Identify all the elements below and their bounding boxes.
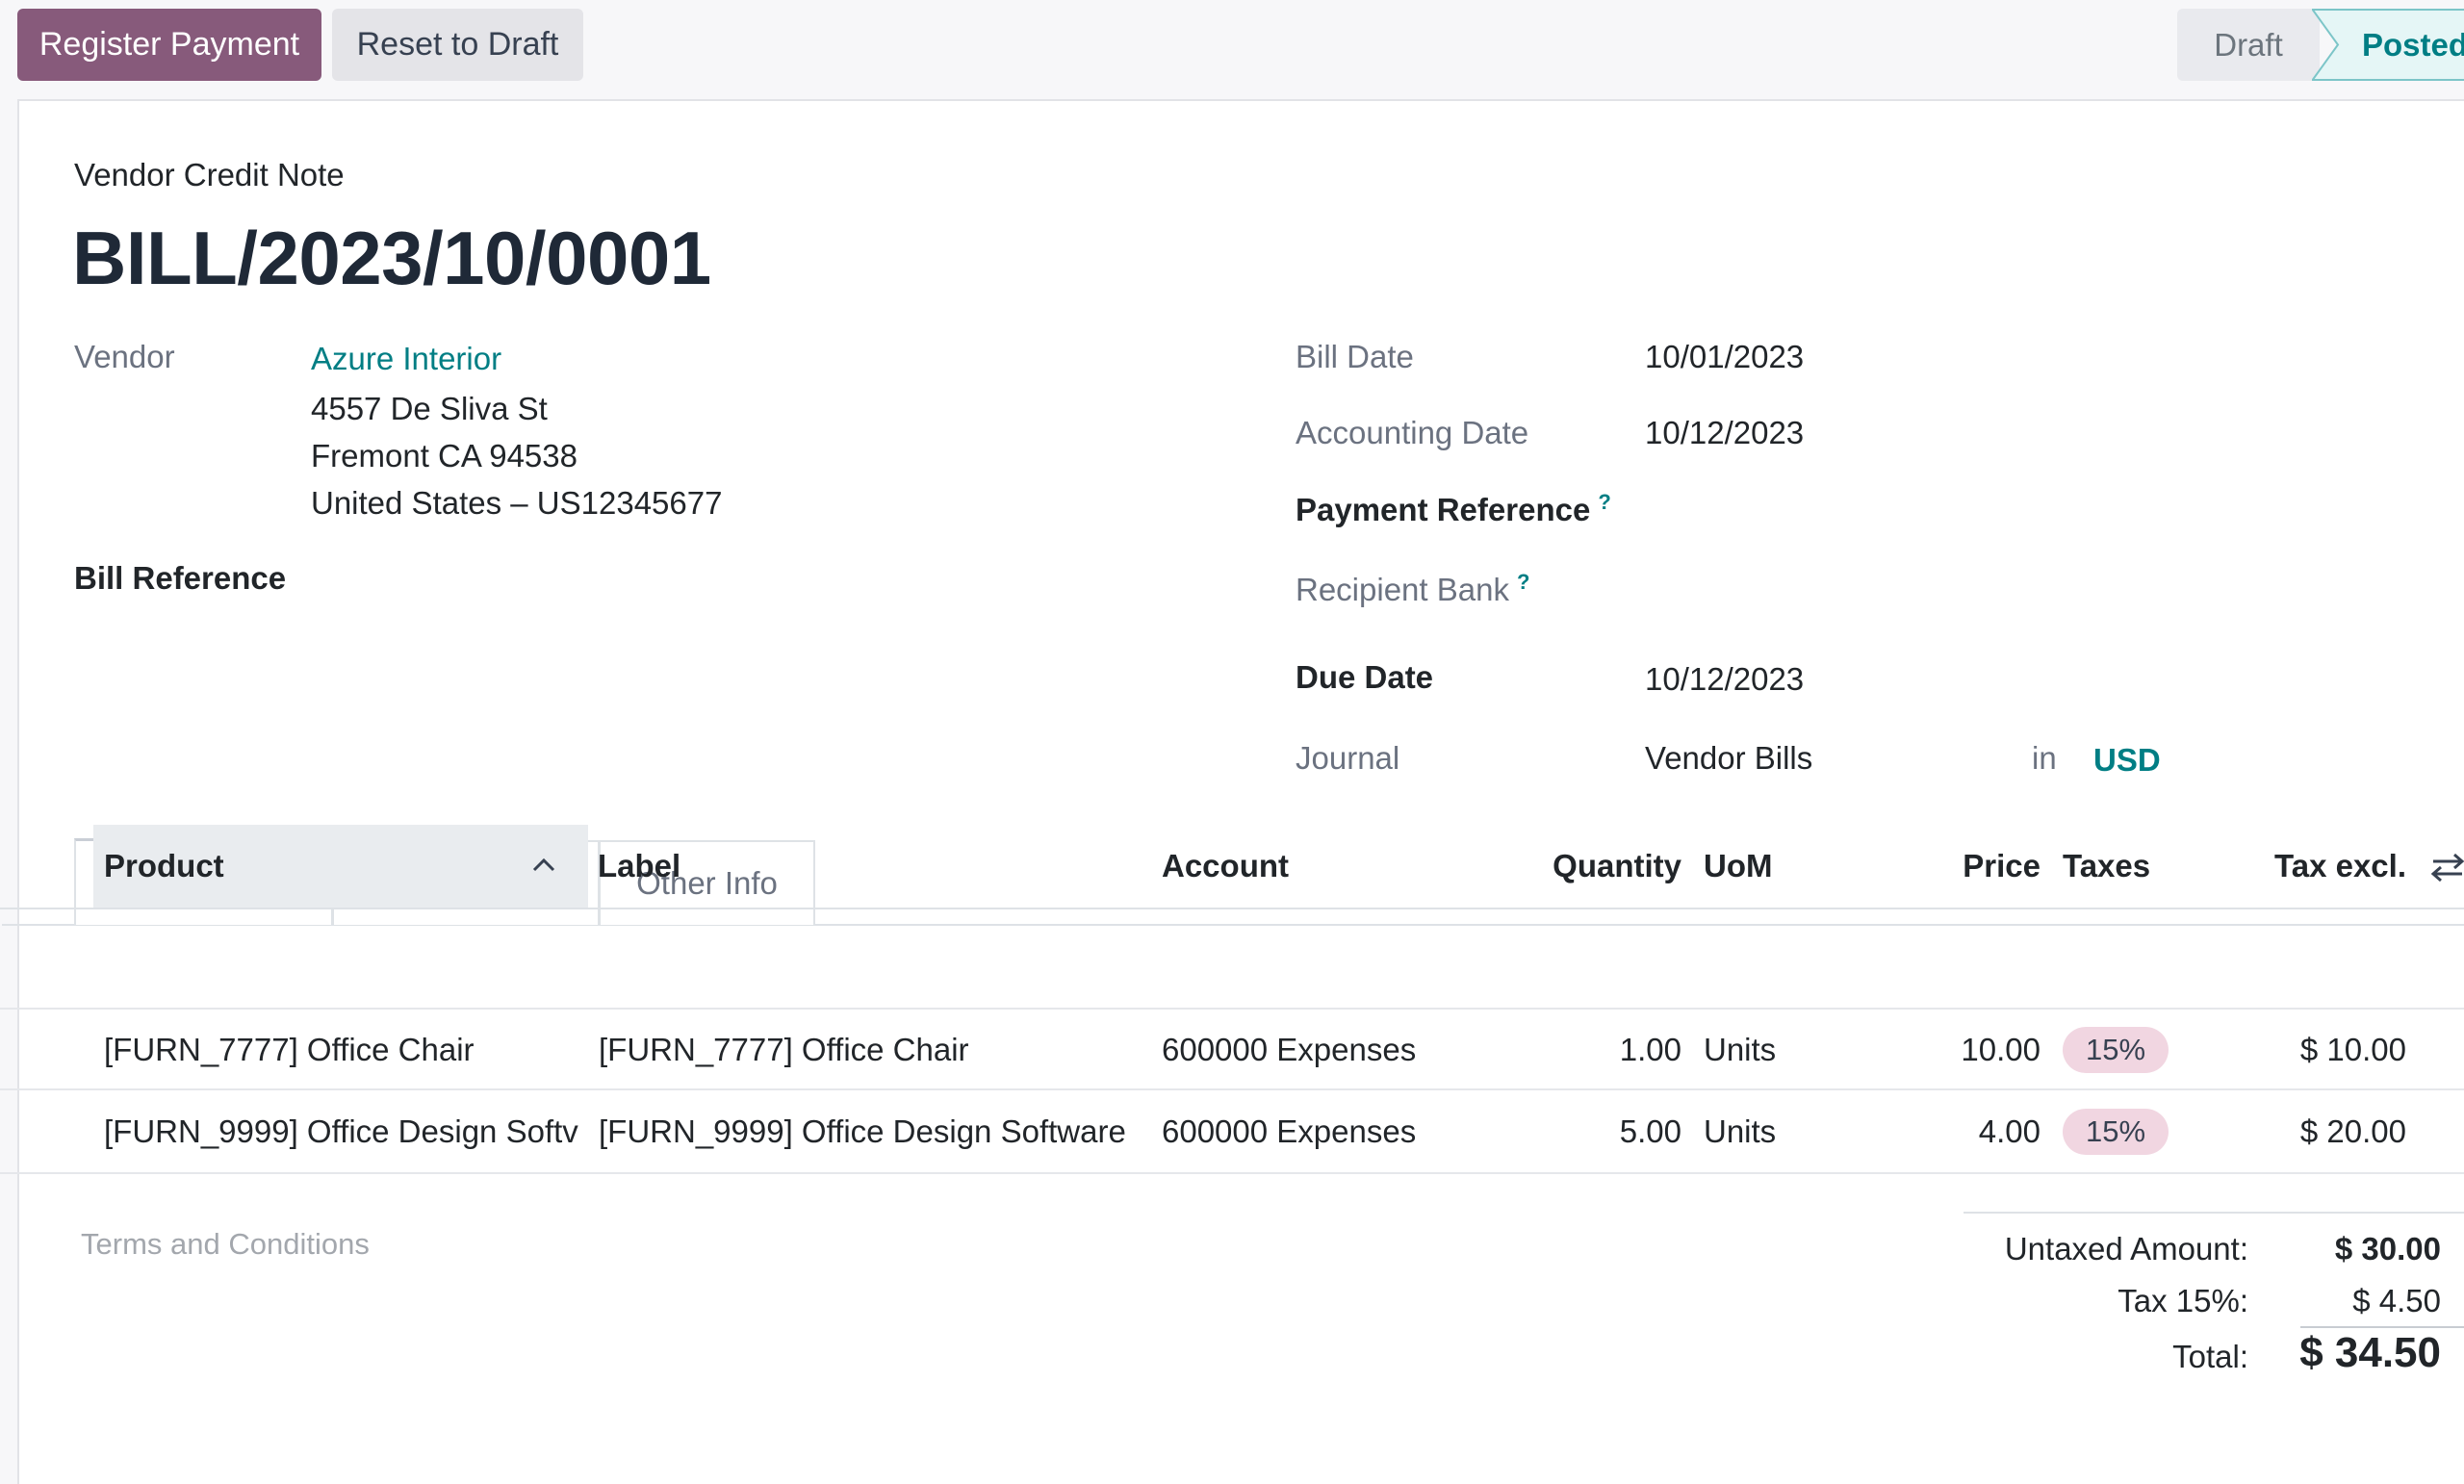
journal-field[interactable]: Vendor Bills: [1645, 740, 1812, 777]
bill-reference-label: Bill Reference: [74, 560, 287, 596]
accounting-date-label: Accounting Date: [1296, 415, 1529, 450]
control-panel: Register Payment Reset to Draft Draft Po…: [0, 0, 2464, 100]
tax-badge: 15%: [2063, 1109, 2169, 1155]
column-product-header[interactable]: Product: [93, 825, 588, 908]
row-product-link[interactable]: [FURN_9999] Office Design Softv: [104, 1091, 590, 1172]
row-product-link[interactable]: [FURN_7777] Office Chair: [104, 1010, 590, 1090]
row-quantity: 5.00: [1619, 1113, 1681, 1149]
row-uom: Units: [1704, 1113, 1777, 1149]
total-label: Total:: [2172, 1339, 2248, 1374]
sort-ascending-icon: [532, 857, 555, 872]
row-label: [FURN_9999] Office Design Software: [599, 1113, 1126, 1149]
status-draft-step[interactable]: Draft: [2177, 9, 2320, 81]
form-sheet: Vendor Credit Note BILL/2023/10/0001 Ven…: [2, 99, 2464, 1484]
payment-reference-label: Payment Reference?: [1296, 490, 1611, 528]
vendor-link[interactable]: Azure Interior: [311, 341, 501, 377]
table-row[interactable]: [FURN_9999] Office Design Softv [FURN_99…: [0, 1091, 2464, 1174]
register-payment-button[interactable]: Register Payment: [17, 9, 321, 81]
row-uom: Units: [1704, 1032, 1777, 1067]
recipient-bank-label-text: Recipient Bank: [1296, 572, 1509, 607]
vendor-bill-form-view: Register Payment Reset to Draft Draft Po…: [0, 0, 2464, 1484]
row-price: 4.00: [1978, 1113, 2040, 1149]
column-quantity-header[interactable]: Quantity: [1502, 825, 1681, 908]
column-price-header[interactable]: Price: [1877, 825, 2040, 908]
vendor-address-line-2: Fremont CA 94538: [311, 438, 578, 473]
row-subtotal: $ 20.00: [2299, 1113, 2406, 1149]
untaxed-amount-label: Untaxed Amount:: [2004, 1231, 2248, 1267]
row-taxes: 15%: [2063, 1010, 2169, 1090]
tax-amount-label: Tax 15%:: [2118, 1283, 2248, 1318]
journal-label: Journal: [1296, 740, 1400, 776]
row-taxes: 15%: [2063, 1091, 2169, 1172]
accounting-date-field[interactable]: 10/12/2023: [1645, 415, 1804, 451]
totals-divider: [1964, 1212, 2464, 1214]
recipient-bank-label: Recipient Bank?: [1296, 570, 1529, 608]
due-date-label: Due Date: [1296, 659, 1434, 695]
column-label-header[interactable]: Label: [598, 825, 680, 908]
in-label: in: [2032, 740, 2057, 776]
column-account-header[interactable]: Account: [1162, 825, 1289, 908]
total-amount-value: $ 34.50: [2299, 1329, 2441, 1376]
row-price: 10.00: [1961, 1032, 2040, 1067]
status-arrow-icon: [2312, 9, 2340, 81]
terms-and-conditions-field[interactable]: Terms and Conditions: [81, 1227, 370, 1262]
untaxed-amount-value: $ 30.00: [2334, 1231, 2441, 1267]
payment-reference-label-text: Payment Reference: [1296, 492, 1591, 527]
status-bar: Draft Posted: [2177, 9, 2464, 81]
row-subtotal: $ 10.00: [2299, 1032, 2406, 1067]
document-name: BILL/2023/10/0001: [72, 216, 711, 300]
table-row[interactable]: [FURN_7777] Office Chair [FURN_7777] Off…: [0, 1008, 2464, 1090]
optional-columns-toggle-icon[interactable]: [2431, 852, 2464, 883]
vendor-address-line-3: United States – US12345677: [311, 485, 723, 521]
currency-link[interactable]: USD: [2093, 742, 2161, 779]
total-separator: [2300, 1326, 2464, 1328]
help-icon[interactable]: ?: [1598, 490, 1610, 514]
help-icon[interactable]: ?: [1517, 570, 1529, 594]
row-label: [FURN_7777] Office Chair: [599, 1032, 969, 1067]
vendor-address-line-1: 4557 De Sliva St: [311, 391, 548, 426]
invoice-lines-header: Product Label Account Quantity UoM Price…: [0, 825, 2464, 909]
column-tax-excl-header[interactable]: Tax excl.: [2214, 825, 2406, 908]
row-account: 600000 Expenses: [1162, 1032, 1417, 1067]
bill-date-label: Bill Date: [1296, 339, 1414, 374]
due-date-field[interactable]: 10/12/2023: [1645, 661, 1804, 698]
column-product-label: Product: [104, 848, 224, 883]
bill-date-field[interactable]: 10/01/2023: [1645, 339, 1804, 375]
column-uom-header[interactable]: UoM: [1704, 825, 1772, 908]
reset-to-draft-button[interactable]: Reset to Draft: [332, 9, 583, 81]
row-account: 600000 Expenses: [1162, 1113, 1417, 1149]
row-quantity: 1.00: [1619, 1032, 1681, 1067]
tax-badge: 15%: [2063, 1027, 2169, 1073]
vendor-label: Vendor: [74, 339, 175, 374]
document-type: Vendor Credit Note: [74, 157, 345, 192]
tax-amount-value: $ 4.50: [2352, 1283, 2441, 1318]
column-taxes-header[interactable]: Taxes: [2063, 825, 2150, 908]
